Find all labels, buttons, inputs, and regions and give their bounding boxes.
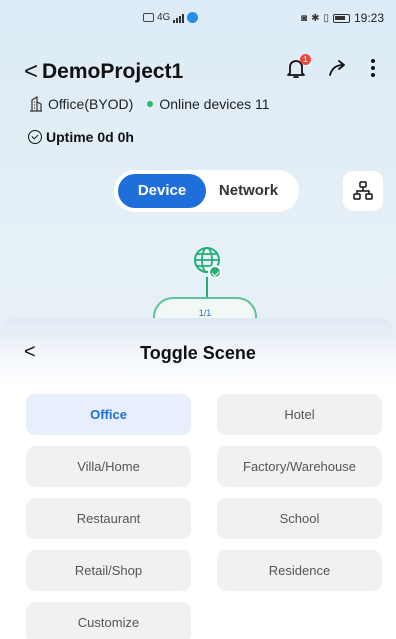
gateway-node-count: 1/1	[198, 308, 212, 318]
app-header: < DemoProject1 1	[24, 54, 376, 89]
check-icon	[208, 265, 222, 279]
scene-option[interactable]: Customize	[26, 602, 191, 639]
scene-option[interactable]: Retail/Shop	[26, 550, 191, 591]
hd-icon	[143, 13, 154, 22]
topology-preview: 1/1	[150, 245, 260, 337]
battery-icon	[332, 13, 350, 23]
scene-option[interactable]: Hotel	[217, 394, 382, 435]
status-left: 4G	[143, 12, 199, 23]
status-bar: 4G ◙ ✱ ▯ 19:23	[0, 0, 396, 40]
network-type-label: 4G	[157, 12, 171, 23]
scene-option[interactable]: Residence	[217, 550, 382, 591]
share-icon	[329, 60, 345, 76]
bluetooth-icon: ✱	[311, 12, 320, 24]
tab-network[interactable]: Network	[206, 174, 291, 208]
vibrate-icon: ▯	[323, 12, 329, 24]
more-icon	[371, 59, 375, 77]
status-time: 19:23	[353, 11, 384, 25]
share-button[interactable]	[328, 59, 348, 77]
uptime-row: Uptime 0d 0h	[28, 129, 134, 145]
building-icon	[30, 96, 42, 112]
nfc-icon: ◙	[301, 12, 308, 24]
uptime-label: Uptime 0d 0h	[46, 129, 134, 145]
topology-link	[206, 277, 208, 297]
tab-device[interactable]: Device	[118, 174, 206, 208]
view-segment-control: Device Network	[114, 170, 299, 212]
scene-option[interactable]: School	[217, 498, 382, 539]
clock-icon	[28, 130, 42, 144]
scene-option[interactable]: Office	[26, 394, 191, 435]
scene-option[interactable]: Villa/Home	[26, 446, 191, 487]
scene-option[interactable]: Factory/Warehouse	[217, 446, 382, 487]
online-status-dot	[147, 101, 154, 107]
app-status-icon	[187, 12, 199, 23]
project-title: DemoProject1	[42, 60, 184, 83]
scene-option[interactable]: Restaurant	[26, 498, 191, 539]
notification-badge: 1	[300, 54, 311, 65]
sheet-title: Toggle Scene	[140, 343, 256, 363]
topology-icon	[353, 181, 373, 200]
notifications-button[interactable]: 1	[286, 54, 311, 79]
online-devices-label: Online devices 11	[159, 96, 270, 112]
topology-button[interactable]	[343, 171, 383, 211]
site-type-label: Office(BYOD)	[48, 96, 134, 112]
site-info-row: Office(BYOD) Online devices 11	[28, 96, 270, 112]
header-actions: 1	[286, 54, 376, 79]
status-right: ◙ ✱ ▯ 19:23	[301, 11, 384, 25]
more-button[interactable]	[370, 58, 376, 78]
sheet-header: < Toggle Scene	[0, 318, 396, 386]
signal-icon	[173, 13, 185, 23]
back-icon[interactable]: <	[24, 60, 38, 84]
toggle-scene-sheet: < Toggle Scene Office Hotel Villa/Home F…	[0, 318, 396, 639]
